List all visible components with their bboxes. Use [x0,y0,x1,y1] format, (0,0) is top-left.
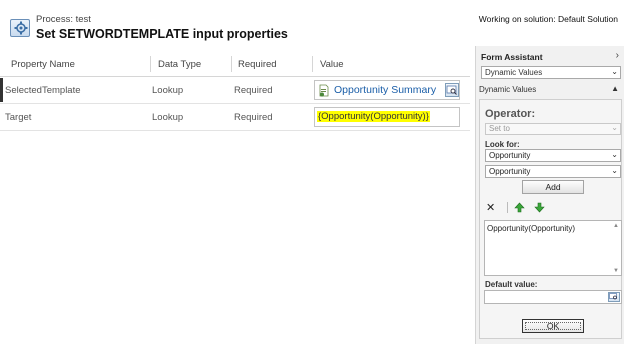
add-button[interactable]: Add [522,180,584,194]
process-label: Process: test [36,14,91,25]
look-for-field-select[interactable]: Opportunity ⌄ [485,165,621,178]
dynamic-values-list[interactable]: Opportunity(Opportunity) ▲ ▼ [484,220,622,276]
operator-label: Operator: [485,108,536,120]
operator-value: Set to [489,124,510,133]
look-for-entity-value: Opportunity [489,151,531,160]
data-type-cell: Lookup [152,112,184,123]
look-for-label: Look for: [485,140,520,149]
grid-header: Property Name Data Type Required Value [0,50,470,77]
table-row[interactable]: SelectedTemplate Lookup Required Opportu… [0,77,470,104]
look-for-field-value: Opportunity [489,167,531,176]
default-value-field[interactable] [484,290,622,304]
look-for-entity-select[interactable]: Opportunity ⌄ [485,149,621,162]
page-title: Set SETWORDTEMPLATE input properties [36,27,288,41]
chevron-down-icon: ⌄ [611,150,618,159]
document-template-icon [319,84,329,97]
property-name-cell: SelectedTemplate [5,85,81,96]
target-value-field[interactable]: {Opportunity(Opportunity)} [314,107,460,127]
form-assistant-title: Form Assistant [481,52,543,62]
column-divider [231,56,232,72]
opportunity-summary-link[interactable]: Opportunity Summary [334,84,436,96]
dynamic-value-token[interactable]: {Opportunity(Opportunity)} [317,111,430,122]
left-edge-marker [0,78,3,102]
column-divider [312,56,313,72]
chevron-down-icon: ⌄ [611,67,618,76]
scroll-up-icon[interactable]: ▲ [613,223,619,229]
list-item[interactable]: Opportunity(Opportunity) [487,224,619,233]
mode-select[interactable]: Dynamic Values ⌄ [481,66,621,79]
operator-select[interactable]: Set to ⌄ [485,123,621,135]
column-divider [150,56,151,72]
move-down-icon[interactable] [534,202,545,213]
scroll-down-icon[interactable]: ▼ [613,268,619,274]
section-label: Dynamic Values [479,85,537,94]
process-gear-icon [10,19,30,37]
table-row[interactable]: Target Lookup Required {Opportunity(Oppo… [0,104,470,131]
column-header-required[interactable]: Required [238,59,277,70]
default-value-label: Default value: [485,280,538,289]
column-header-property-name[interactable]: Property Name [11,59,75,70]
required-cell: Required [234,112,273,123]
required-cell: Required [234,85,273,96]
properties-grid: Property Name Data Type Required Value S… [0,50,470,354]
chevron-down-icon: ⌄ [611,123,618,132]
data-type-cell: Lookup [152,85,184,96]
lookup-search-icon[interactable] [608,292,620,302]
lookup-search-icon[interactable] [445,83,459,97]
selected-template-lookup[interactable]: Opportunity Summary [314,80,460,100]
delete-icon[interactable]: ✕ [486,201,495,214]
form-assistant-panel: Form Assistant › Dynamic Values ⌄ Dynami… [475,46,624,344]
header: Process: test Set SETWORDTEMPLATE input … [0,0,624,48]
move-up-icon[interactable] [514,202,525,213]
solution-label: Working on solution: Default Solution [478,14,618,24]
ok-button[interactable]: OK [522,319,584,333]
column-header-value[interactable]: Value [320,59,344,70]
mode-select-value: Dynamic Values [485,68,543,77]
column-header-data-type[interactable]: Data Type [158,59,201,70]
triangle-up-icon[interactable]: ▲ [611,84,619,93]
property-name-cell: Target [5,112,32,123]
chevron-down-icon: ⌄ [611,166,618,175]
dynamic-values-box: Operator: Set to ⌄ Look for: Opportunity… [479,99,622,339]
toolbar-divider [507,202,508,213]
chevron-right-icon[interactable]: › [616,50,619,61]
